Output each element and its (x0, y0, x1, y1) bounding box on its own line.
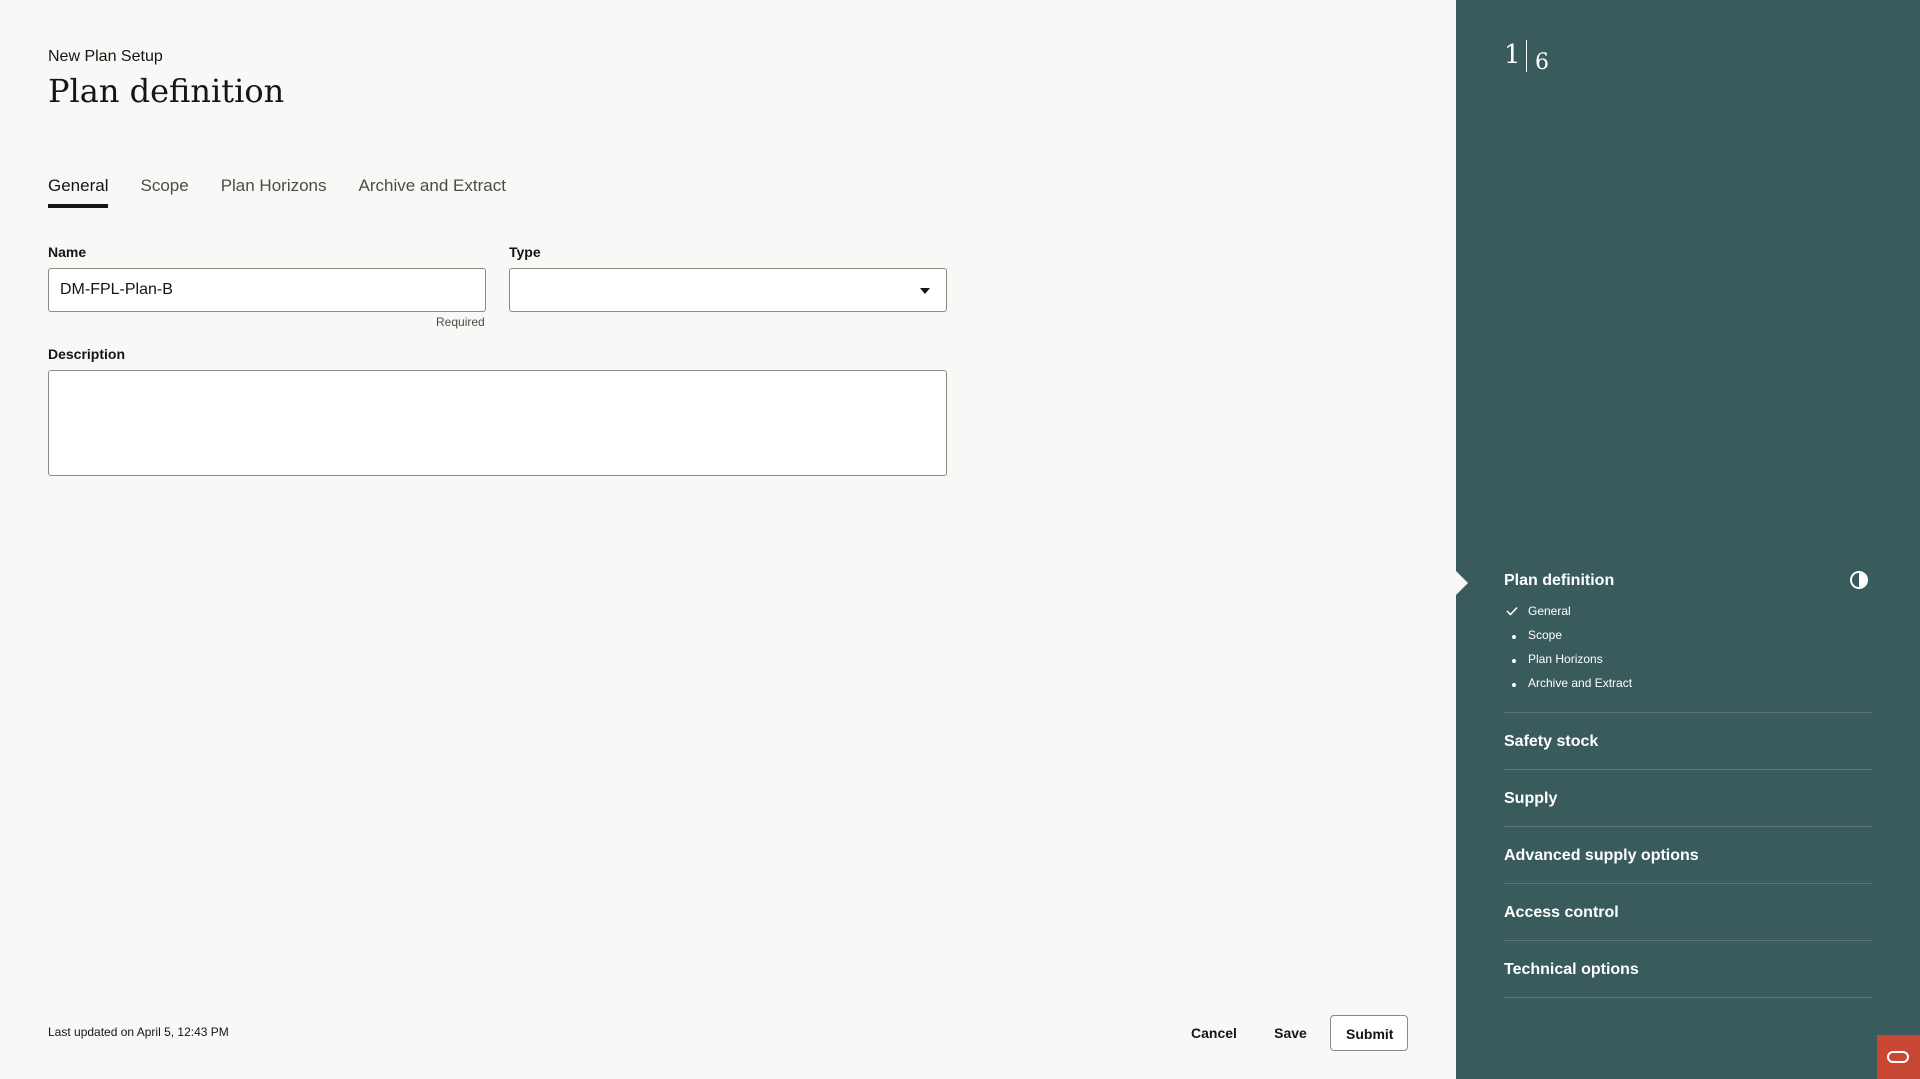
substep-archive-and-extract[interactable]: Archive and Extract (1528, 676, 1632, 690)
substep-plan-horizons[interactable]: Plan Horizons (1528, 652, 1603, 666)
submit-button[interactable]: Submit (1330, 1015, 1408, 1051)
section-plan-definition[interactable]: Plan definition (1504, 572, 1614, 590)
bullet-icon (1512, 659, 1516, 663)
tab-general[interactable]: General (48, 172, 109, 208)
tab-archive-and-extract[interactable]: Archive and Extract (359, 172, 506, 208)
total-steps-number: 6 (1535, 50, 1549, 75)
section-advanced-supply-options[interactable]: Advanced supply options (1504, 847, 1699, 865)
type-select[interactable] (509, 268, 947, 312)
section-safety-stock[interactable]: Safety stock (1504, 733, 1598, 751)
name-field-box (48, 268, 486, 312)
name-input[interactable] (60, 269, 470, 311)
section-divider (1504, 997, 1872, 998)
save-button[interactable]: Save (1268, 1015, 1313, 1051)
substep-scope[interactable]: Scope (1528, 628, 1562, 642)
name-required-hint: Required (436, 315, 485, 329)
section-divider (1504, 940, 1872, 941)
section-divider (1504, 769, 1872, 770)
substep-general[interactable]: General (1528, 604, 1571, 618)
description-label: Description (48, 346, 126, 362)
current-step-number: 1 (1504, 40, 1521, 70)
section-divider (1504, 826, 1872, 827)
page-subtitle: New Plan Setup (48, 48, 163, 65)
bullet-icon (1512, 635, 1516, 639)
progress-panel: 1 6 Plan definition General Scope Plan H… (1456, 0, 1920, 1079)
type-label: Type (509, 244, 541, 260)
section-divider (1504, 883, 1872, 884)
tab-plan-horizons[interactable]: Plan Horizons (221, 172, 327, 208)
name-label: Name (48, 244, 87, 260)
checkmark-icon (1506, 606, 1518, 616)
page-title: Plan definition (48, 72, 285, 110)
dropdown-arrow-icon (920, 288, 930, 294)
section-divider (1504, 712, 1872, 713)
last-updated-text: Last updated on April 5, 12:43 PM (48, 1025, 229, 1039)
description-textarea[interactable] (48, 370, 947, 476)
bullet-icon (1512, 683, 1516, 687)
tab-scope[interactable]: Scope (140, 172, 188, 208)
oracle-logo-icon[interactable] (1877, 1035, 1920, 1079)
cancel-button[interactable]: Cancel (1183, 1015, 1245, 1051)
half-contrast-icon (1850, 571, 1868, 589)
section-technical-options[interactable]: Technical options (1504, 961, 1639, 979)
tab-bar: General Scope Plan Horizons Archive and … (48, 172, 506, 208)
current-step-pointer (1456, 571, 1468, 595)
step-separator (1526, 40, 1527, 72)
section-supply[interactable]: Supply (1504, 790, 1557, 808)
section-access-control[interactable]: Access control (1504, 904, 1619, 922)
main-content: New Plan Setup Plan definition General S… (0, 0, 1456, 1079)
